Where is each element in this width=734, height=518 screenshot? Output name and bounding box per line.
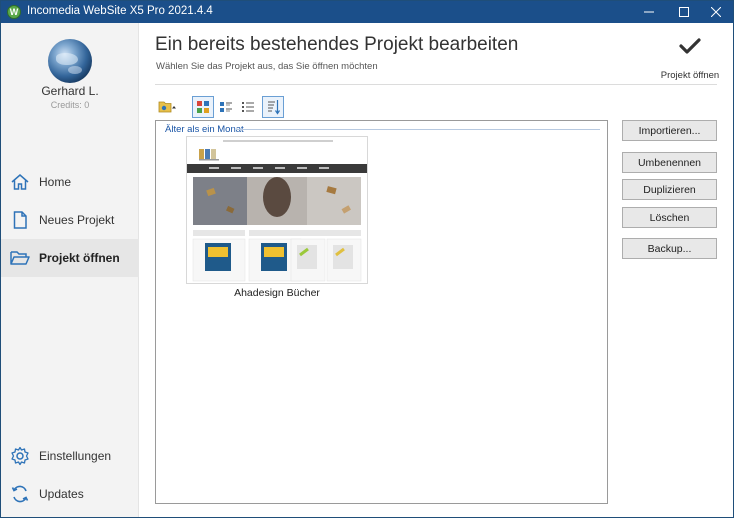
- app-window: W Incomedia WebSite X5 Pro 2021.4.4 Gerh…: [0, 0, 734, 518]
- sidebar-item-label: Projekt öffnen: [39, 251, 120, 265]
- new-document-icon: [9, 209, 31, 231]
- open-folder-icon: [9, 247, 31, 269]
- open-project-button[interactable]: Projekt öffnen: [655, 37, 725, 81]
- group-header: Älter als ein Monat: [165, 124, 244, 135]
- sidebar-item-home[interactable]: Home: [1, 163, 139, 201]
- new-folder-dropdown-button[interactable]: [157, 96, 179, 118]
- gear-icon: [9, 445, 31, 467]
- sidebar-item-label: Einstellungen: [39, 449, 112, 463]
- close-button[interactable]: [699, 1, 733, 23]
- header-divider: [155, 84, 717, 85]
- details-view-icon: [220, 102, 232, 112]
- sort-icon: [268, 100, 280, 115]
- list-view-button[interactable]: [237, 96, 259, 118]
- new-folder-icon: [158, 101, 176, 113]
- sort-button[interactable]: [262, 96, 284, 118]
- sidebar-item-new-project[interactable]: Neues Projekt: [1, 201, 139, 239]
- maximize-icon: [679, 7, 689, 17]
- project-list-panel[interactable]: Älter als ein Monat Ahadesign Bücher: [155, 120, 608, 504]
- sidebar-item-label: Updates: [39, 487, 84, 501]
- home-icon: [9, 171, 31, 193]
- avatar[interactable]: [48, 39, 92, 83]
- project-thumbnail[interactable]: [186, 136, 368, 284]
- sidebar: Gerhard L. Credits: 0 Home Neues Projekt…: [1, 23, 139, 517]
- maximize-button[interactable]: [667, 1, 701, 23]
- delete-button[interactable]: Löschen: [622, 207, 717, 228]
- large-thumbnails-icon: [197, 101, 209, 113]
- user-credits: Credits: 0: [50, 100, 90, 110]
- open-project-label: Projekt öffnen: [660, 70, 720, 81]
- project-name[interactable]: Ahadesign Bücher: [186, 287, 368, 299]
- sidebar-item-settings[interactable]: Einstellungen: [1, 437, 139, 475]
- sidebar-item-label: Home: [39, 175, 72, 189]
- checkmark-icon: [679, 38, 701, 54]
- group-divider: [236, 129, 600, 130]
- minimize-icon: [644, 11, 654, 13]
- page-title: Ein bereits bestehendes Projekt bearbeit…: [155, 34, 519, 55]
- duplicate-button[interactable]: Duplizieren: [622, 179, 717, 200]
- details-view-button[interactable]: [215, 96, 237, 118]
- user-name: Gerhard L.: [41, 84, 99, 98]
- large-thumbnails-view-button[interactable]: [192, 96, 214, 118]
- refresh-icon: [9, 483, 31, 505]
- title-bar[interactable]: W Incomedia WebSite X5 Pro 2021.4.4: [1, 1, 733, 23]
- backup-button[interactable]: Backup...: [622, 238, 717, 259]
- import-button[interactable]: Importieren...: [622, 120, 717, 141]
- sidebar-item-updates[interactable]: Updates: [1, 475, 139, 513]
- window-title: Incomedia WebSite X5 Pro 2021.4.4: [27, 5, 213, 17]
- sidebar-item-open-project[interactable]: Projekt öffnen: [1, 239, 139, 277]
- page-subtitle: Wählen Sie das Projekt aus, das Sie öffn…: [156, 61, 378, 72]
- close-icon: [711, 7, 721, 17]
- sidebar-item-label: Neues Projekt: [39, 213, 115, 227]
- app-logo-icon: W: [7, 5, 21, 19]
- rename-button[interactable]: Umbenennen: [622, 152, 717, 173]
- project-preview-image: [187, 137, 367, 283]
- minimize-button[interactable]: [632, 1, 666, 23]
- list-view-icon: [242, 102, 254, 112]
